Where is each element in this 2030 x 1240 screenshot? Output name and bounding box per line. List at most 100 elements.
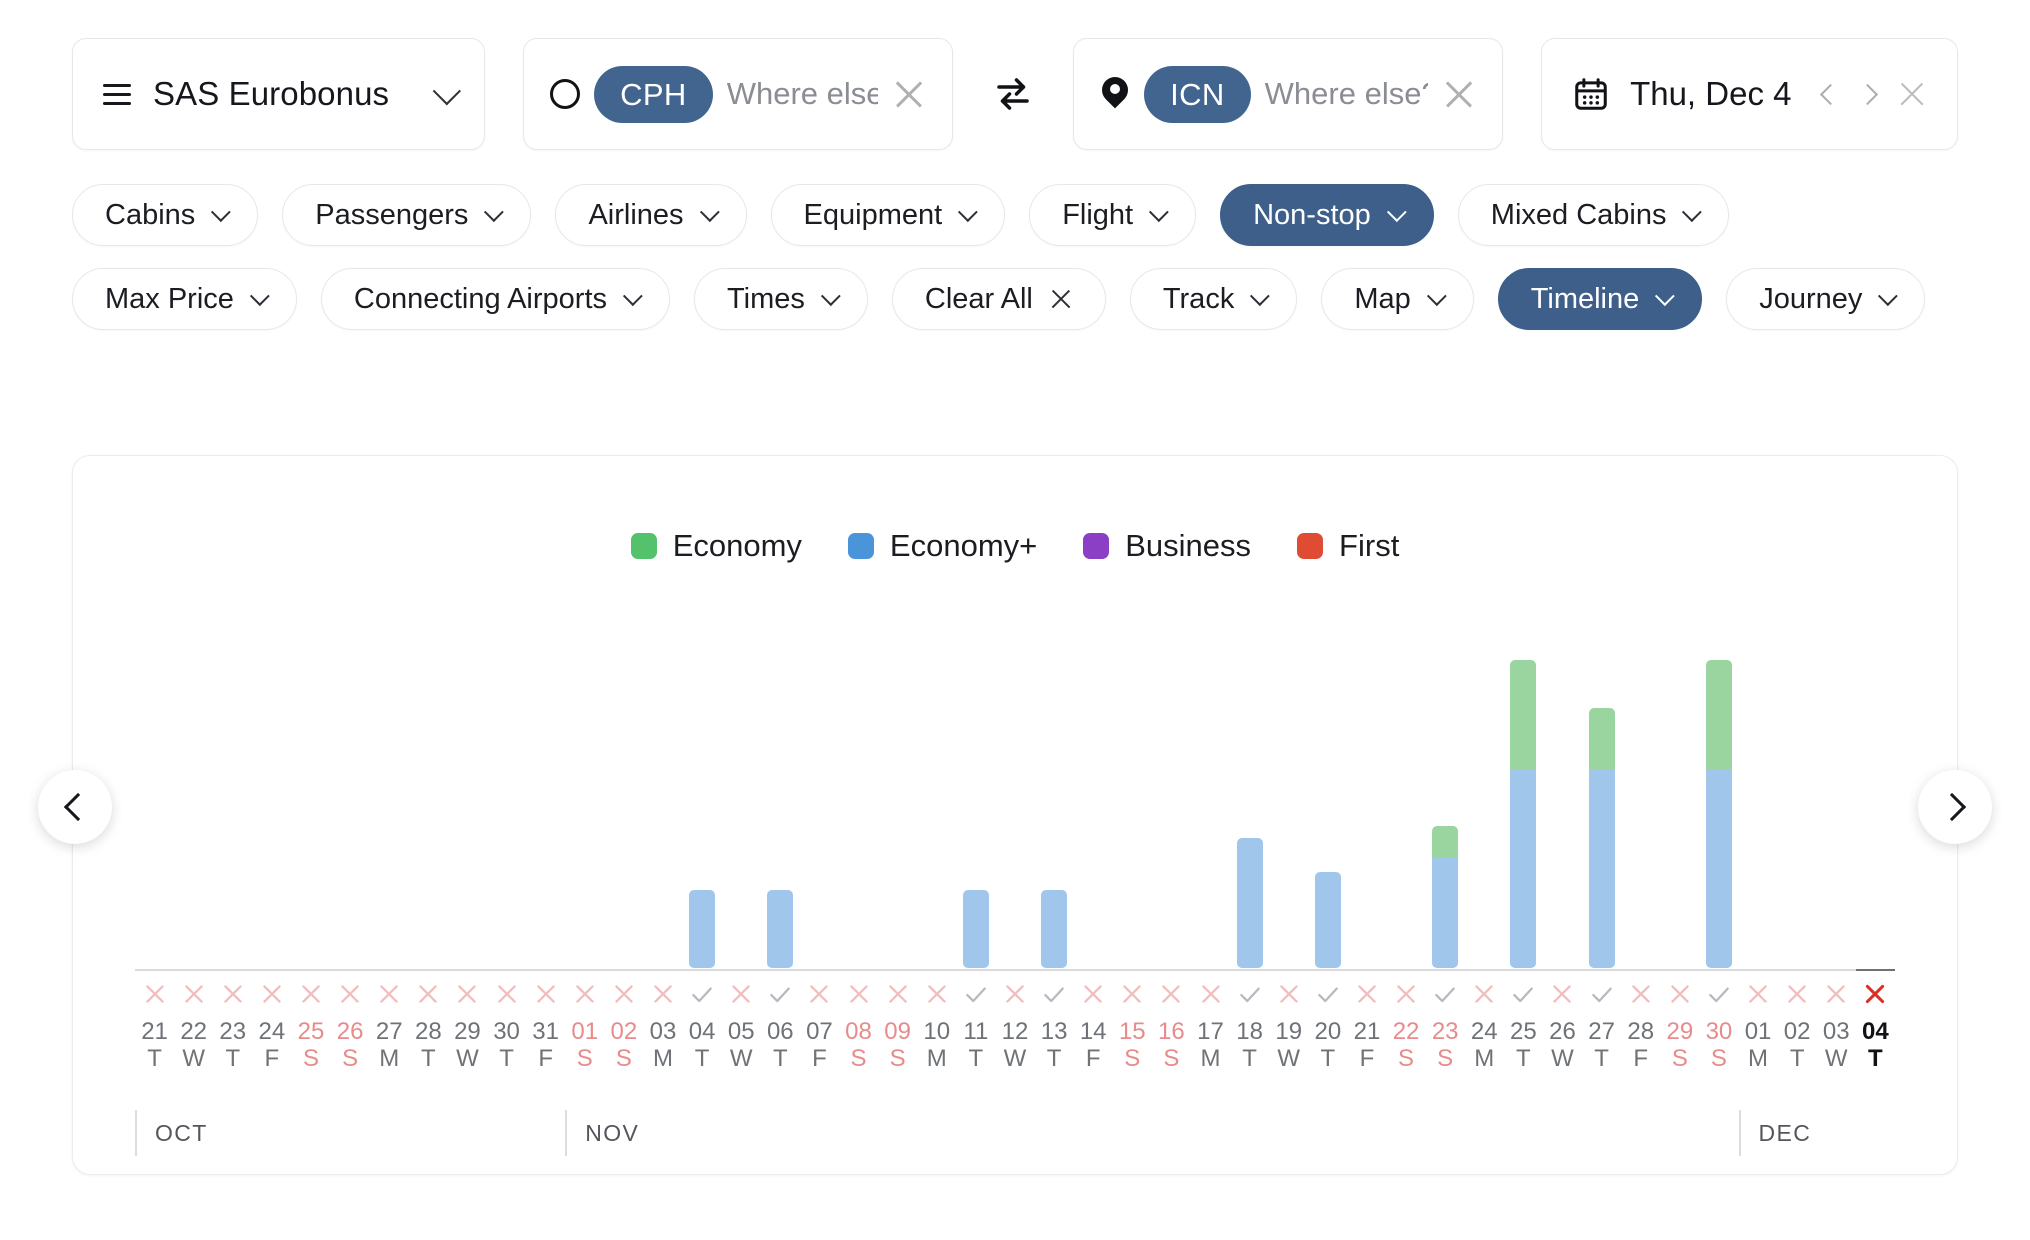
timeline-next-button[interactable] [1918, 770, 1992, 844]
timeline-day-column[interactable]: 30 S [1699, 636, 1739, 1114]
timeline-day-column[interactable]: 20 T [1308, 636, 1348, 1114]
filter-pill-connecting-airports[interactable]: Connecting Airports [320, 268, 671, 330]
timeline-day-column[interactable]: 11 T [956, 636, 996, 1114]
price-bar[interactable] [1041, 890, 1068, 968]
timeline-day-column[interactable]: 06 T [760, 636, 800, 1114]
timeline-day-column[interactable]: 15 S [1112, 636, 1152, 1114]
price-bar[interactable] [1705, 660, 1732, 968]
filter-pill-equipment[interactable]: Equipment [770, 184, 1006, 246]
swap-airports-button[interactable] [991, 73, 1035, 115]
filter-pill-mixed-cabins[interactable]: Mixed Cabins [1457, 184, 1730, 246]
timeline-day-column[interactable]: 18 T [1230, 636, 1270, 1114]
availability-check-icon [1510, 971, 1536, 1017]
timeline-day-column[interactable]: 25 T [1503, 636, 1543, 1114]
timeline-day-column[interactable]: 30 T [486, 636, 527, 1114]
timeline-day-column[interactable]: 02 S [604, 636, 644, 1114]
legend-item-first[interactable]: First [1297, 528, 1399, 564]
timeline-day-column[interactable]: 03 M [643, 636, 683, 1114]
date-clear-icon[interactable] [1897, 79, 1927, 109]
timeline-day-column[interactable]: 25 S [291, 636, 331, 1114]
timeline-day-column[interactable]: 02 T [1777, 636, 1817, 1114]
timeline-day-column[interactable]: 16 S [1151, 636, 1191, 1114]
availability-cross-icon [1276, 971, 1302, 1017]
timeline-day-column[interactable]: 31 F [526, 636, 566, 1114]
timeline-day-column[interactable]: 13 T [1034, 636, 1074, 1114]
weekday-letter: T [1789, 1045, 1805, 1073]
filter-pill-label: Mixed Cabins [1490, 198, 1667, 231]
price-bar[interactable] [1510, 660, 1537, 968]
price-bar[interactable] [962, 890, 989, 968]
timeline-day-column[interactable]: 01 M [1738, 636, 1778, 1114]
bar-area [761, 636, 800, 968]
timeline-day-column[interactable]: 26 W [1542, 636, 1583, 1114]
timeline-day-column[interactable]: 08 S [838, 636, 879, 1114]
timeline-day-column[interactable]: 27 M [369, 636, 409, 1114]
filter-pill-track[interactable]: Track [1129, 268, 1298, 330]
timeline-day-column[interactable]: 05 W [721, 636, 761, 1114]
filter-pill-timeline[interactable]: Timeline [1497, 268, 1703, 330]
timeline-day-column[interactable]: 29 W [447, 636, 487, 1114]
flight-search-page: SAS Eurobonus CPH Where else? ICN Where … [0, 0, 2030, 1240]
timeline-day-column[interactable]: 07 F [799, 636, 839, 1114]
filter-pill-times[interactable]: Times [694, 268, 868, 330]
timeline-day-column[interactable]: 28 F [1621, 636, 1661, 1114]
timeline-day-column[interactable]: 14 F [1073, 636, 1113, 1114]
timeline-day-column[interactable]: 27 T [1582, 636, 1622, 1114]
timeline-day-column[interactable]: 21 F [1347, 636, 1387, 1114]
filter-pill-flight[interactable]: Flight [1029, 184, 1197, 246]
bar-segment-economy [1510, 660, 1537, 770]
timeline-day-column[interactable]: 23 T [213, 636, 253, 1114]
filter-pill-non-stop[interactable]: Non-stop [1220, 184, 1434, 246]
timeline-prev-button[interactable] [38, 770, 112, 844]
price-bar[interactable] [689, 890, 716, 968]
price-bar[interactable] [1432, 826, 1459, 968]
legend-item-economy[interactable]: Economy [630, 528, 802, 564]
legend-item-economy-[interactable]: Economy+ [847, 528, 1037, 564]
origin-field[interactable]: CPH Where else? [523, 38, 954, 150]
filter-pill-clear-all[interactable]: Clear All [891, 268, 1106, 330]
timeline-day-column[interactable]: 22 S [1386, 636, 1426, 1114]
origin-input[interactable]: Where else? [727, 76, 878, 112]
legend-swatch-icon [1083, 533, 1110, 559]
timeline-day-column[interactable]: 23 S [1425, 636, 1465, 1114]
destination-clear-icon[interactable] [1442, 77, 1476, 111]
timeline-day-column[interactable]: 04 T [682, 636, 722, 1114]
filter-pill-max-price[interactable]: Max Price [72, 268, 297, 330]
timeline-day-column[interactable]: 17 M [1190, 636, 1231, 1114]
timeline-day-column[interactable]: 24 M [1464, 636, 1504, 1114]
price-bar[interactable] [1236, 838, 1263, 968]
filter-pill-passengers[interactable]: Passengers [282, 184, 532, 246]
loyalty-program-selector[interactable]: SAS Eurobonus [72, 38, 486, 150]
date-field[interactable]: Thu, Dec 4 [1541, 38, 1958, 150]
chevron-right-icon[interactable] [1856, 83, 1879, 105]
filter-pill-map[interactable]: Map [1321, 268, 1474, 330]
timeline-day-column[interactable]: 24 F [252, 636, 292, 1114]
origin-airport-code[interactable]: CPH [594, 65, 713, 123]
timeline-day-column[interactable]: 12 W [995, 636, 1035, 1114]
timeline-day-column[interactable]: 03 W [1816, 636, 1856, 1114]
origin-clear-icon[interactable] [892, 77, 926, 111]
destination-field[interactable]: ICN Where else? [1073, 38, 1504, 150]
availability-cross-icon [1667, 971, 1693, 1017]
timeline-day-column[interactable]: 22 W [174, 636, 214, 1114]
timeline-day-column[interactable]: 04 T [1855, 636, 1895, 1114]
chevron-left-icon[interactable] [1819, 83, 1842, 105]
destination-input[interactable]: Where else? [1265, 76, 1428, 112]
legend-item-business[interactable]: Business [1083, 528, 1251, 564]
bar-segment-economy-plus [1314, 872, 1341, 968]
timeline-day-column[interactable]: 28 T [408, 636, 448, 1114]
timeline-day-column[interactable]: 19 W [1269, 636, 1309, 1114]
price-bar[interactable] [1314, 872, 1341, 968]
timeline-day-column[interactable]: 21 T [135, 636, 175, 1114]
timeline-day-column[interactable]: 26 S [330, 636, 370, 1114]
price-bar[interactable] [767, 890, 794, 968]
filter-pill-cabins[interactable]: Cabins [72, 184, 259, 246]
filter-pill-journey[interactable]: Journey [1726, 268, 1926, 330]
timeline-day-column[interactable]: 01 S [565, 636, 605, 1114]
timeline-day-column[interactable]: 09 S [878, 636, 918, 1114]
price-bar[interactable] [1588, 708, 1615, 968]
timeline-day-column[interactable]: 29 S [1660, 636, 1700, 1114]
timeline-day-column[interactable]: 10 M [917, 636, 957, 1114]
filter-pill-airlines[interactable]: Airlines [555, 184, 747, 246]
destination-airport-code[interactable]: ICN [1144, 65, 1251, 123]
